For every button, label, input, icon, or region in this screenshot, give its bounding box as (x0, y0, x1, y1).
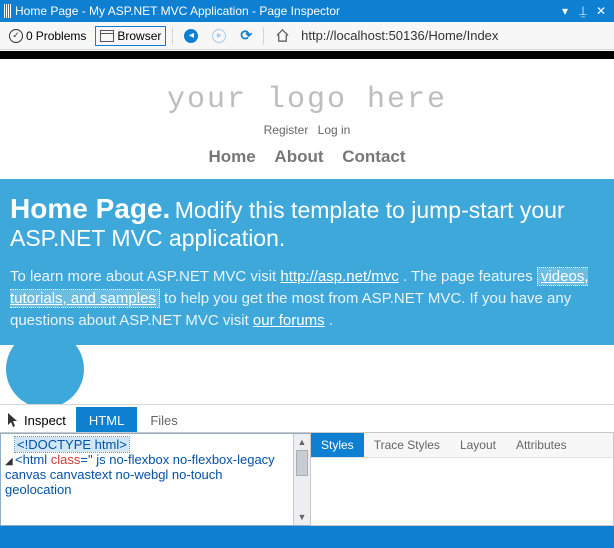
address-bar[interactable]: http://localhost:50136/Home/Index (299, 28, 498, 43)
source-scrollbar[interactable]: ▲ ▼ (293, 434, 310, 525)
inspect-label: Inspect (24, 413, 66, 428)
dropdown-icon[interactable]: ▾ (556, 4, 574, 18)
inspector-tabstrip: Inspect HTML Files (0, 404, 614, 432)
home-button[interactable] (270, 25, 295, 46)
separator-1 (172, 27, 173, 45)
body-pre: To learn more about ASP.NET MVC visit (10, 268, 280, 285)
separator-2 (263, 27, 264, 45)
refresh-button[interactable]: ⟳ (235, 24, 257, 47)
menu-about[interactable]: About (274, 147, 323, 166)
properties-tabs: Styles Trace Styles Layout Attributes (311, 433, 613, 458)
problems-check-icon: ✓ (9, 29, 23, 43)
forums-link[interactable]: our forums (253, 312, 325, 329)
hero-title: Home Page. (10, 193, 170, 224)
pin-icon[interactable]: ⍊ (574, 3, 592, 19)
properties-pane: Styles Trace Styles Layout Attributes (310, 433, 614, 526)
back-icon: ◂ (184, 29, 198, 43)
tab-trace-styles[interactable]: Trace Styles (364, 433, 450, 457)
page-top-bar (0, 51, 614, 59)
problems-label: Problems (36, 29, 87, 43)
home-icon (275, 28, 290, 43)
scroll-up-icon[interactable]: ▲ (294, 434, 310, 450)
source-line-1[interactable]: <!DOCTYPE html> (15, 437, 129, 452)
expand-icon-1[interactable] (5, 441, 15, 452)
main-menu: Home About Contact (0, 147, 614, 167)
menu-home[interactable]: Home (208, 147, 255, 166)
hero: Home Page. Modify this template to jump-… (0, 179, 614, 345)
hero-body: To learn more about ASP.NET MVC visit ht… (10, 266, 604, 331)
bottom-border (0, 526, 614, 548)
back-button[interactable]: ◂ (179, 26, 203, 46)
scroll-thumb[interactable] (296, 450, 308, 476)
properties-body (311, 458, 613, 522)
toolbar: ✓ 0 Problems Browser ◂ ▸ ⟳ http://localh… (0, 22, 614, 50)
login-link[interactable]: Log in (318, 123, 351, 137)
logo: your logo here (0, 83, 614, 117)
browser-button[interactable]: Browser (95, 26, 166, 46)
tab-styles[interactable]: Styles (311, 433, 364, 457)
browser-icon (100, 30, 114, 42)
grip-icon (4, 4, 11, 18)
scroll-down-icon[interactable]: ▼ (294, 509, 310, 525)
title-bar: Home Page - My ASP.NET MVC Application -… (0, 0, 614, 22)
browser-label: Browser (117, 29, 161, 43)
expand-icon-2[interactable]: ◢ (5, 456, 15, 467)
source-pane[interactable]: <!DOCTYPE html> ◢<html class=" js no-fle… (0, 433, 310, 526)
inspect-cursor-icon (6, 412, 20, 428)
tab-layout[interactable]: Layout (450, 433, 506, 457)
editor-row: <!DOCTYPE html> ◢<html class=" js no-fle… (0, 432, 614, 526)
register-link[interactable]: Register (264, 123, 309, 137)
forward-button[interactable]: ▸ (207, 26, 231, 46)
refresh-icon: ⟳ (240, 27, 252, 44)
close-icon[interactable]: ✕ (592, 4, 610, 18)
hero-circle-decoration (6, 330, 84, 404)
inspect-button[interactable]: Inspect (0, 408, 74, 432)
browser-viewport: your logo here Register Log in Home Abou… (0, 50, 614, 404)
forward-icon: ▸ (212, 29, 226, 43)
auth-links: Register Log in (0, 123, 614, 137)
tab-files[interactable]: Files (137, 407, 190, 432)
menu-contact[interactable]: Contact (342, 147, 405, 166)
tab-attributes[interactable]: Attributes (506, 433, 577, 457)
problems-button[interactable]: ✓ 0 Problems (4, 26, 91, 46)
mvc-link[interactable]: http://asp.net/mvc (280, 268, 398, 285)
body-mid1: . The page features (399, 268, 537, 285)
window-title: Home Page - My ASP.NET MVC Application -… (15, 4, 340, 18)
tab-html[interactable]: HTML (76, 407, 137, 432)
problems-count: 0 (26, 29, 33, 43)
source-line-2[interactable]: <html class=" js no-flexbox no-flexbox-l… (5, 452, 275, 497)
body-end: . (325, 312, 333, 329)
